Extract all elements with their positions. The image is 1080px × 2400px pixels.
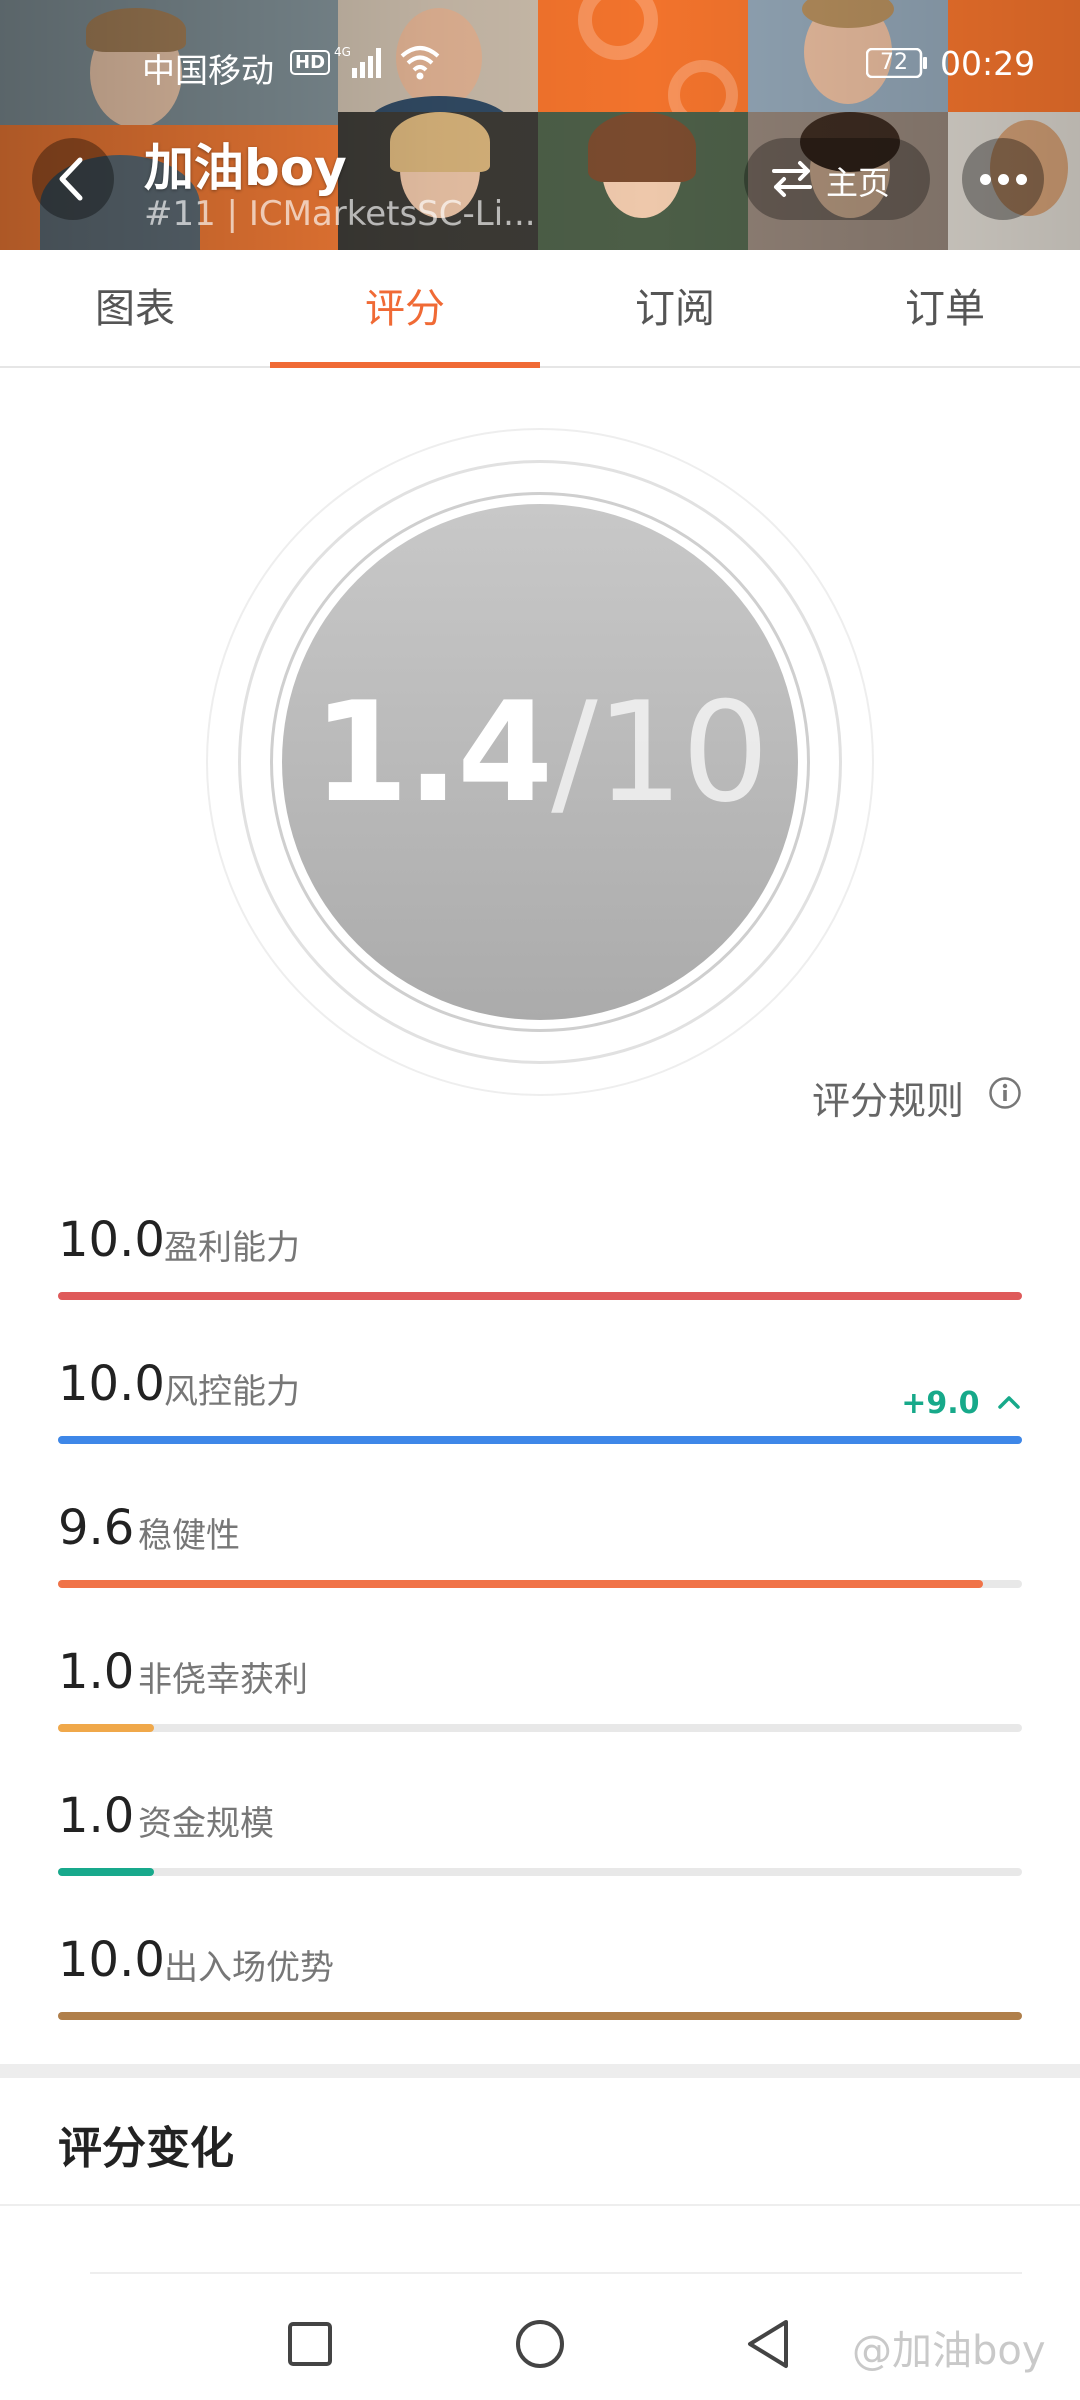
tab-chart[interactable]: 图表 bbox=[0, 250, 270, 368]
battery-level: 72 bbox=[880, 50, 908, 75]
metric-value: 1.0 bbox=[58, 1788, 135, 1844]
clock: 00:29 bbox=[940, 44, 1036, 83]
network-type: 4G bbox=[334, 45, 351, 59]
tab-subscribe[interactable]: 订阅 bbox=[540, 250, 810, 368]
score-change-title: 评分变化 bbox=[58, 2123, 234, 2174]
more-dots-icon bbox=[980, 174, 991, 185]
metric-label: 非侥幸获利 bbox=[138, 1660, 308, 1700]
metric-progress-track bbox=[58, 2012, 1022, 2020]
metric-progress-fill bbox=[58, 1292, 1022, 1300]
profile-name: 加油boy bbox=[144, 139, 347, 197]
metric-progress-fill bbox=[58, 2012, 1022, 2020]
score-panel: 1.4/10 评分规则 bbox=[0, 370, 1080, 1170]
carrier-name: 中国移动 bbox=[142, 51, 274, 90]
metric-label: 风控能力 bbox=[164, 1372, 300, 1412]
switch-arrows-icon bbox=[772, 161, 812, 197]
metric-row: 1.0 非侥幸获利 bbox=[58, 1644, 1022, 1764]
metric-row: 10.0 出入场优势 bbox=[58, 1932, 1022, 2052]
signal-icon: 4G bbox=[334, 45, 381, 78]
active-tab-indicator bbox=[270, 362, 540, 368]
metric-progress-track bbox=[58, 1580, 1022, 1588]
more-options-button[interactable] bbox=[962, 138, 1044, 220]
metric-row: 9.6 稳健性 bbox=[58, 1500, 1022, 1620]
more-dots-icon bbox=[998, 174, 1009, 185]
wifi-icon bbox=[400, 46, 440, 80]
chart-gridline bbox=[90, 2272, 1022, 2274]
section-divider bbox=[0, 2064, 1080, 2078]
metric-value: 10.0 bbox=[58, 1356, 165, 1412]
metric-progress-fill bbox=[58, 1436, 1022, 1444]
chevron-left-icon bbox=[59, 157, 83, 201]
metric-label: 出入场优势 bbox=[164, 1948, 334, 1988]
back-triangle-icon[interactable] bbox=[742, 2316, 794, 2372]
profile-subtitle: #11 | ICMarketsSC-Li... bbox=[144, 194, 536, 234]
recent-apps-icon[interactable] bbox=[286, 2320, 334, 2368]
more-dots-icon bbox=[1016, 174, 1027, 185]
metric-row: 1.0 资金规模 bbox=[58, 1788, 1022, 1908]
metric-change-value: +9.0 bbox=[901, 1386, 980, 1421]
back-button[interactable] bbox=[32, 138, 114, 220]
tab-bar: 图表 评分 订阅 订单 bbox=[0, 250, 1080, 368]
metric-value: 10.0 bbox=[58, 1932, 165, 1988]
tab-orders[interactable]: 订单 bbox=[810, 250, 1080, 368]
metric-change: +9.0 bbox=[901, 1386, 1022, 1421]
metric-progress-track bbox=[58, 1724, 1022, 1732]
metric-value: 1.0 bbox=[58, 1644, 135, 1700]
metric-progress-track bbox=[58, 1868, 1022, 1876]
score-value: 1.4 bbox=[312, 672, 553, 833]
metric-value: 9.6 bbox=[58, 1500, 135, 1556]
home-button[interactable]: 主页 bbox=[744, 138, 930, 220]
metric-progress-track bbox=[58, 1292, 1022, 1300]
status-bar: 中国移动 HD 4G 72 00:29 bbox=[0, 38, 1080, 94]
metric-value: 10.0 bbox=[58, 1212, 165, 1268]
score-max: /10 bbox=[551, 672, 769, 833]
score-rules-link[interactable]: 评分规则 bbox=[812, 1070, 964, 1125]
metric-label: 盈利能力 bbox=[164, 1228, 300, 1268]
metric-row: 10.0 盈利能力 bbox=[58, 1212, 1022, 1332]
metric-progress-fill bbox=[58, 1580, 984, 1588]
home-icon[interactable] bbox=[514, 2318, 566, 2370]
section-divider-line bbox=[0, 2204, 1080, 2206]
metric-row: 10.0 风控能力 +9.0 bbox=[58, 1356, 1022, 1476]
tab-score[interactable]: 评分 bbox=[270, 250, 540, 368]
metric-label: 稳健性 bbox=[138, 1516, 240, 1556]
system-navigation-bar: @加油boy bbox=[0, 2290, 1080, 2400]
profile-header: 中国移动 HD 4G 72 00:29 加油boy #11 | ICMarket… bbox=[0, 0, 1080, 250]
home-button-label: 主页 bbox=[826, 164, 891, 202]
overall-score: 1.4/10 bbox=[282, 672, 798, 833]
metric-progress-fill bbox=[58, 1724, 155, 1732]
metric-progress-track bbox=[58, 1436, 1022, 1444]
hd-badge: HD bbox=[290, 50, 331, 75]
info-icon[interactable] bbox=[988, 1076, 1022, 1110]
metric-progress-fill bbox=[58, 1868, 155, 1876]
metric-label: 资金规模 bbox=[138, 1804, 274, 1844]
chevron-up-icon bbox=[998, 1396, 1020, 1409]
watermark: @加油boy bbox=[852, 2328, 1046, 2374]
